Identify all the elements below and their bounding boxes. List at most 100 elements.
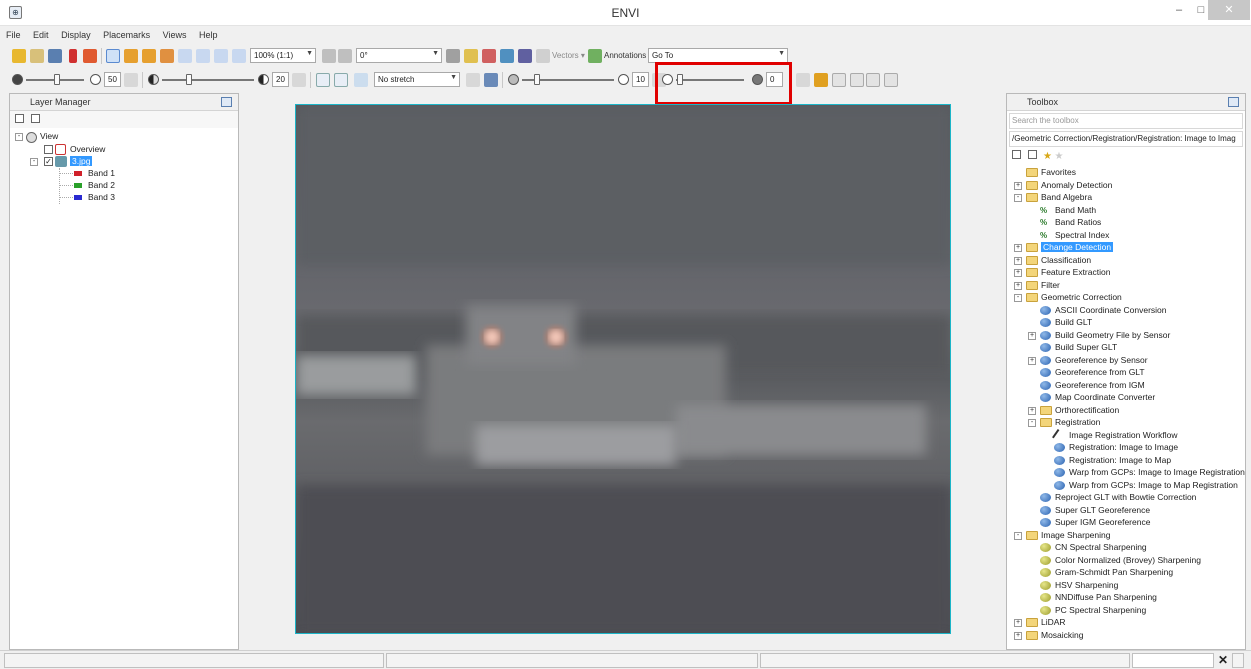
crosshair-icon[interactable] <box>83 49 97 63</box>
stretch-view-icon[interactable] <box>334 73 348 87</box>
zoom-in-icon[interactable] <box>178 49 192 63</box>
brightness-slider-thumb[interactable] <box>54 74 60 85</box>
profile-icon[interactable] <box>482 49 496 63</box>
stretch-roi-icon[interactable] <box>316 73 330 87</box>
collapse-icon[interactable]: - <box>1014 531 1022 540</box>
tree-item-band-3[interactable]: Band 3 <box>88 192 115 202</box>
file-checkbox[interactable]: ✓ <box>44 157 53 166</box>
collapse-icon[interactable]: - <box>1014 294 1022 302</box>
toolbox-item[interactable]: % Spectral Index <box>1007 230 1243 242</box>
expand-icon[interactable]: + <box>1014 281 1022 290</box>
toolbox-item[interactable]: + Build Geometry File by Sensor <box>1007 330 1243 342</box>
close-status-icon[interactable]: ✕ <box>1218 653 1228 667</box>
toolbox-item[interactable]: NNDiffuse Pan Sharpening <box>1007 592 1243 604</box>
contrast-slider-track[interactable] <box>162 79 254 81</box>
swipe-icon[interactable] <box>866 73 880 87</box>
pin-icon[interactable] <box>69 49 77 63</box>
rotate-right-icon[interactable] <box>338 49 352 63</box>
collapse-icon[interactable]: - <box>1014 194 1022 202</box>
sharpen-value[interactable]: 10 <box>632 72 649 87</box>
goto-combo[interactable]: Go To ▼ <box>648 48 788 63</box>
toolbox-item[interactable]: Map Coordinate Converter <box>1007 392 1243 404</box>
expand-all-icon[interactable] <box>1027 150 1037 159</box>
data-manager-icon[interactable] <box>30 49 44 63</box>
rotation-combo[interactable]: 0° ▼ <box>356 48 442 63</box>
expand-all-icon[interactable] <box>30 114 40 123</box>
reset-transparency-icon[interactable] <box>796 73 810 87</box>
tree-item-band-1[interactable]: Band 1 <box>88 168 115 178</box>
expand-icon[interactable]: + <box>1014 244 1022 252</box>
toolbox-item[interactable]: Super IGM Georeference <box>1007 517 1243 529</box>
expand-file-icon[interactable]: - <box>30 158 38 166</box>
close-button[interactable]: ✕ <box>1208 0 1250 20</box>
toolbox-item[interactable]: + LiDAR <box>1007 617 1243 629</box>
histogram-icon[interactable] <box>484 73 498 87</box>
tree-item-band-2[interactable]: Band 2 <box>88 180 115 190</box>
reset-brightness-icon[interactable] <box>124 73 138 87</box>
toolbox-item[interactable]: Warp from GCPs: Image to Image Registrat… <box>1007 467 1245 479</box>
fly-icon[interactable] <box>142 49 156 63</box>
zoom-combo[interactable]: 100% (1:1) ▼ <box>250 48 316 63</box>
chip-icon[interactable] <box>518 49 532 63</box>
toolbox-item[interactable]: + Feature Extraction <box>1007 267 1243 279</box>
stretch-type-icon[interactable] <box>354 73 368 87</box>
toolbox-item[interactable]: Super GLT Georeference <box>1007 505 1243 517</box>
north-icon[interactable] <box>446 49 460 63</box>
toolbox-item[interactable]: + Georeference by Sensor <box>1007 355 1243 367</box>
expand-icon[interactable]: + <box>1014 631 1022 640</box>
pan-icon[interactable] <box>124 49 138 63</box>
expand-view-icon[interactable]: - <box>15 133 23 141</box>
vectors-icon[interactable] <box>536 49 550 63</box>
toolbox-item[interactable]: Georeference from IGM <box>1007 380 1243 392</box>
vectors-dropdown[interactable]: Vectors ▾ <box>552 51 585 60</box>
reset-stretch-icon[interactable] <box>466 73 480 87</box>
toolbox-item[interactable]: Gram-Schmidt Pan Sharpening <box>1007 567 1243 579</box>
annotations-dropdown[interactable]: Annotations ▾ <box>604 51 653 60</box>
toolbox-item[interactable]: % Band Ratios <box>1007 217 1243 229</box>
blend-icon[interactable] <box>832 73 846 87</box>
status-input[interactable] <box>1132 653 1214 668</box>
menu-file[interactable]: File <box>0 27 25 40</box>
zoom-fixed-icon[interactable] <box>214 49 228 63</box>
toolbox-item[interactable]: Build Super GLT <box>1007 342 1243 354</box>
resize-grip-icon[interactable] <box>1232 653 1244 668</box>
toolbox-item[interactable]: Favorites <box>1007 167 1243 179</box>
vector-icon[interactable] <box>464 49 478 63</box>
star-icon[interactable]: ★ <box>1043 151 1052 162</box>
sharpen-slider-thumb[interactable] <box>534 74 540 85</box>
expand-icon[interactable]: + <box>1014 269 1022 277</box>
toolbox-item[interactable]: Color Normalized (Brovey) Sharpening <box>1007 555 1243 567</box>
toolbox-item[interactable]: Image Registration Workflow <box>1007 428 1243 443</box>
toolbox-item[interactable]: ASCII Coordinate Conversion <box>1007 305 1243 317</box>
image-view[interactable] <box>295 104 951 634</box>
collapse-all-icon[interactable] <box>15 114 24 123</box>
tree-item-file[interactable]: 3.jpg <box>70 156 93 166</box>
toolbox-item[interactable]: CN Spectral Sharpening <box>1007 542 1243 554</box>
collapse-icon[interactable]: - <box>1028 419 1036 427</box>
toolbox-item[interactable]: - Registration <box>1007 417 1243 429</box>
expand-icon[interactable]: + <box>1014 256 1022 265</box>
portal-icon[interactable] <box>814 73 828 87</box>
toolbox-item[interactable]: + Orthorectification <box>1007 405 1243 417</box>
unstar-icon[interactable]: ★ <box>1055 151 1064 162</box>
tree-item-view[interactable]: View <box>40 131 58 141</box>
toolbox-item[interactable]: HSV Sharpening <box>1007 580 1243 592</box>
toolbox-item[interactable]: - Geometric Correction <box>1007 292 1243 304</box>
open-file-icon[interactable] <box>12 49 26 63</box>
toolbox-item[interactable]: % Band Math <box>1007 205 1243 217</box>
expand-icon[interactable]: + <box>1014 619 1022 627</box>
toolbox-item[interactable]: Build GLT <box>1007 317 1243 329</box>
collapse-all-icon[interactable] <box>1012 150 1021 159</box>
contrast-value[interactable]: 20 <box>272 72 289 87</box>
toolbox-search-input[interactable]: Search the toolbox <box>1009 113 1243 129</box>
toolbox-item[interactable]: + Anomaly Detection <box>1007 180 1243 192</box>
toolbox-item[interactable]: Georeference from GLT <box>1007 367 1243 379</box>
expand-icon[interactable]: + <box>1028 356 1036 365</box>
contrast-slider-thumb[interactable] <box>186 74 192 85</box>
toolbox-item[interactable]: PC Spectral Sharpening <box>1007 605 1243 617</box>
overview-checkbox[interactable] <box>44 145 53 154</box>
expand-icon[interactable]: + <box>1014 181 1022 190</box>
brightness-value[interactable]: 50 <box>104 72 121 87</box>
zoom-out-icon[interactable] <box>196 49 210 63</box>
toolbox-item[interactable]: Registration: Image to Image <box>1007 442 1243 454</box>
